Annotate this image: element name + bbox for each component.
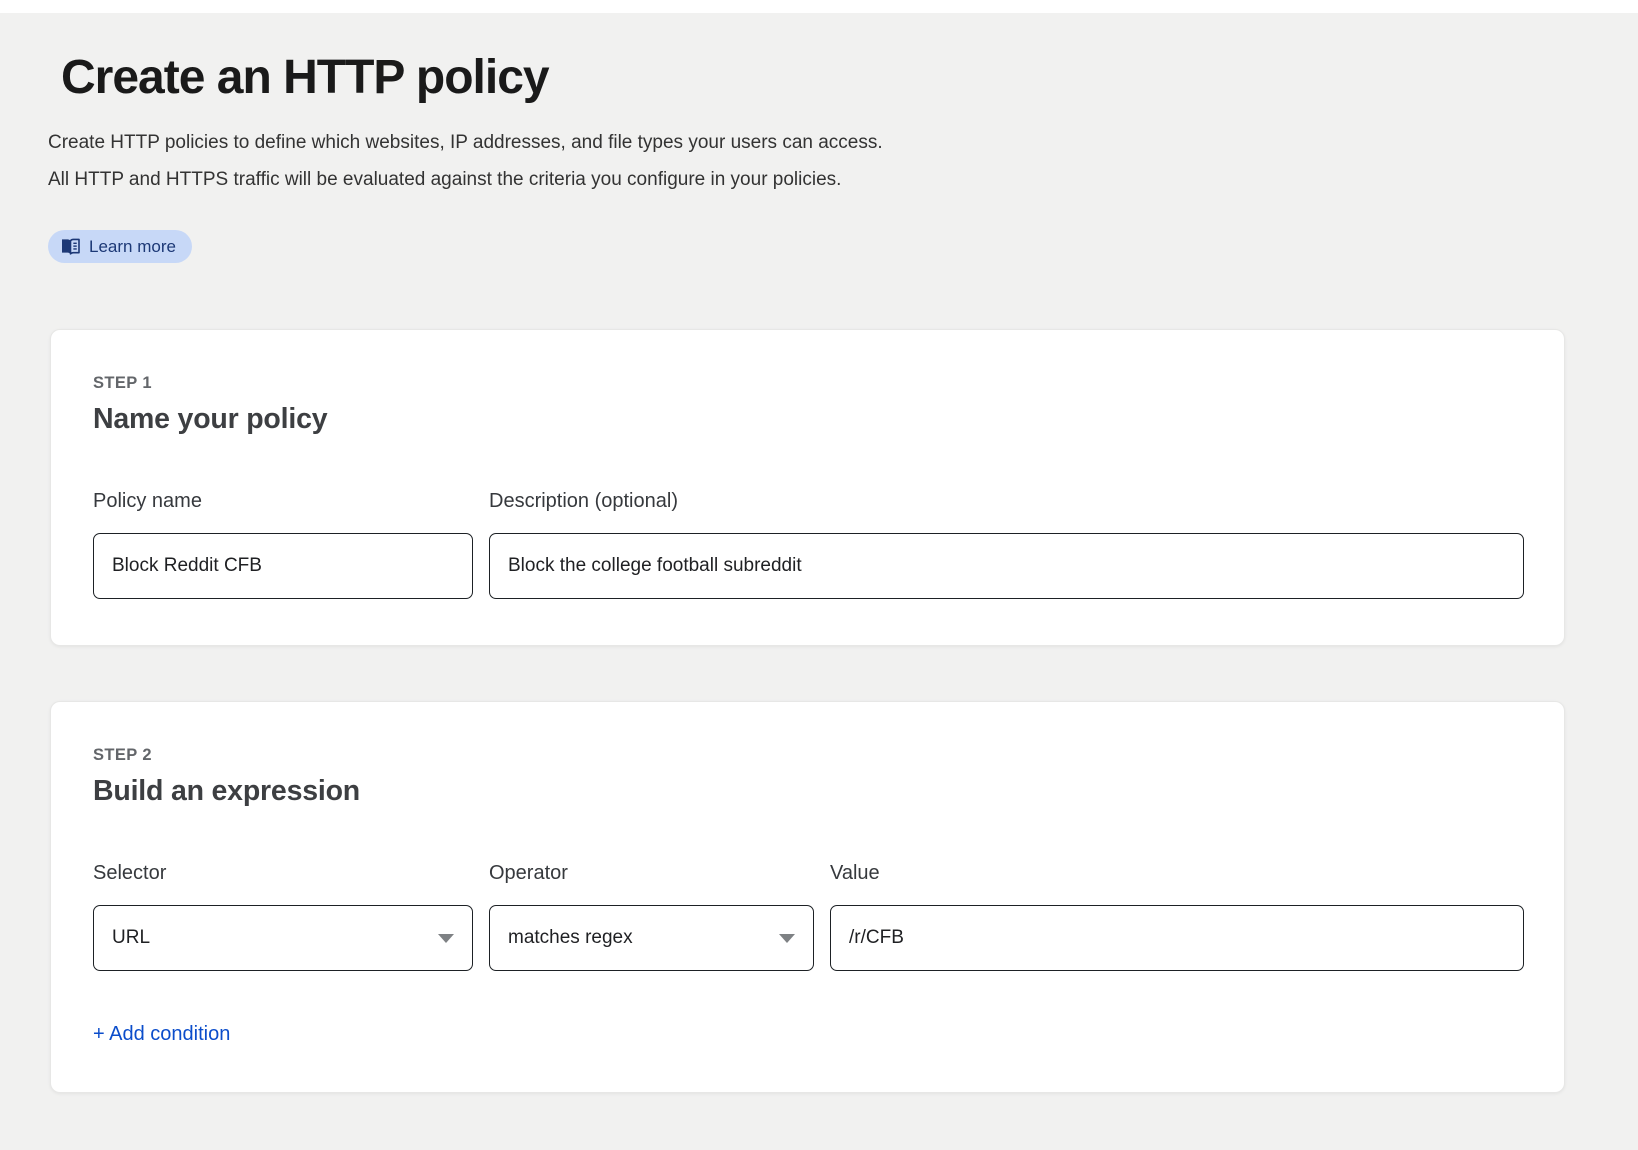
policy-name-input[interactable] — [93, 533, 473, 599]
chevron-down-icon — [779, 934, 795, 943]
chevron-down-icon — [438, 934, 454, 943]
step1-label: STEP 1 — [93, 374, 1524, 393]
step2-fields-row: Selector URL Operator matches regex Valu… — [93, 862, 1524, 971]
page-description-line2: All HTTP and HTTPS traffic will be evalu… — [48, 166, 1565, 194]
policy-name-field-group: Policy name — [93, 490, 473, 599]
description-field-group: Description (optional) — [489, 490, 1524, 599]
selector-field-group: Selector URL — [93, 862, 473, 971]
selector-label: Selector — [93, 862, 473, 885]
operator-dropdown[interactable]: matches regex — [489, 905, 814, 971]
selector-value: URL — [112, 927, 150, 949]
add-condition-link[interactable]: + Add condition — [93, 1023, 230, 1046]
page-description-line1: Create HTTP policies to define which web… — [48, 129, 1565, 157]
policy-name-label: Policy name — [93, 490, 473, 513]
step2-heading: Build an expression — [93, 775, 1524, 808]
step1-fields-row: Policy name Description (optional) — [93, 490, 1524, 599]
top-strip — [0, 0, 1638, 13]
value-field-group: Value — [830, 862, 1524, 971]
operator-field-group: Operator matches regex — [489, 862, 814, 971]
learn-more-label: Learn more — [89, 237, 176, 257]
operator-label: Operator — [489, 862, 814, 885]
step1-heading: Name your policy — [93, 403, 1524, 436]
value-label: Value — [830, 862, 1524, 885]
page-title: Create an HTTP policy — [61, 50, 1565, 105]
value-input[interactable] — [830, 905, 1524, 971]
book-icon — [61, 238, 80, 255]
step1-card: STEP 1 Name your policy Policy name Desc… — [50, 329, 1565, 646]
step2-label: STEP 2 — [93, 746, 1524, 765]
learn-more-button[interactable]: Learn more — [48, 230, 192, 263]
create-http-policy-page: Create an HTTP policy Create HTTP polici… — [0, 50, 1638, 1093]
description-input[interactable] — [489, 533, 1524, 599]
step2-card: STEP 2 Build an expression Selector URL … — [50, 701, 1565, 1093]
operator-value: matches regex — [508, 927, 633, 949]
selector-dropdown[interactable]: URL — [93, 905, 473, 971]
description-label: Description (optional) — [489, 490, 1524, 513]
